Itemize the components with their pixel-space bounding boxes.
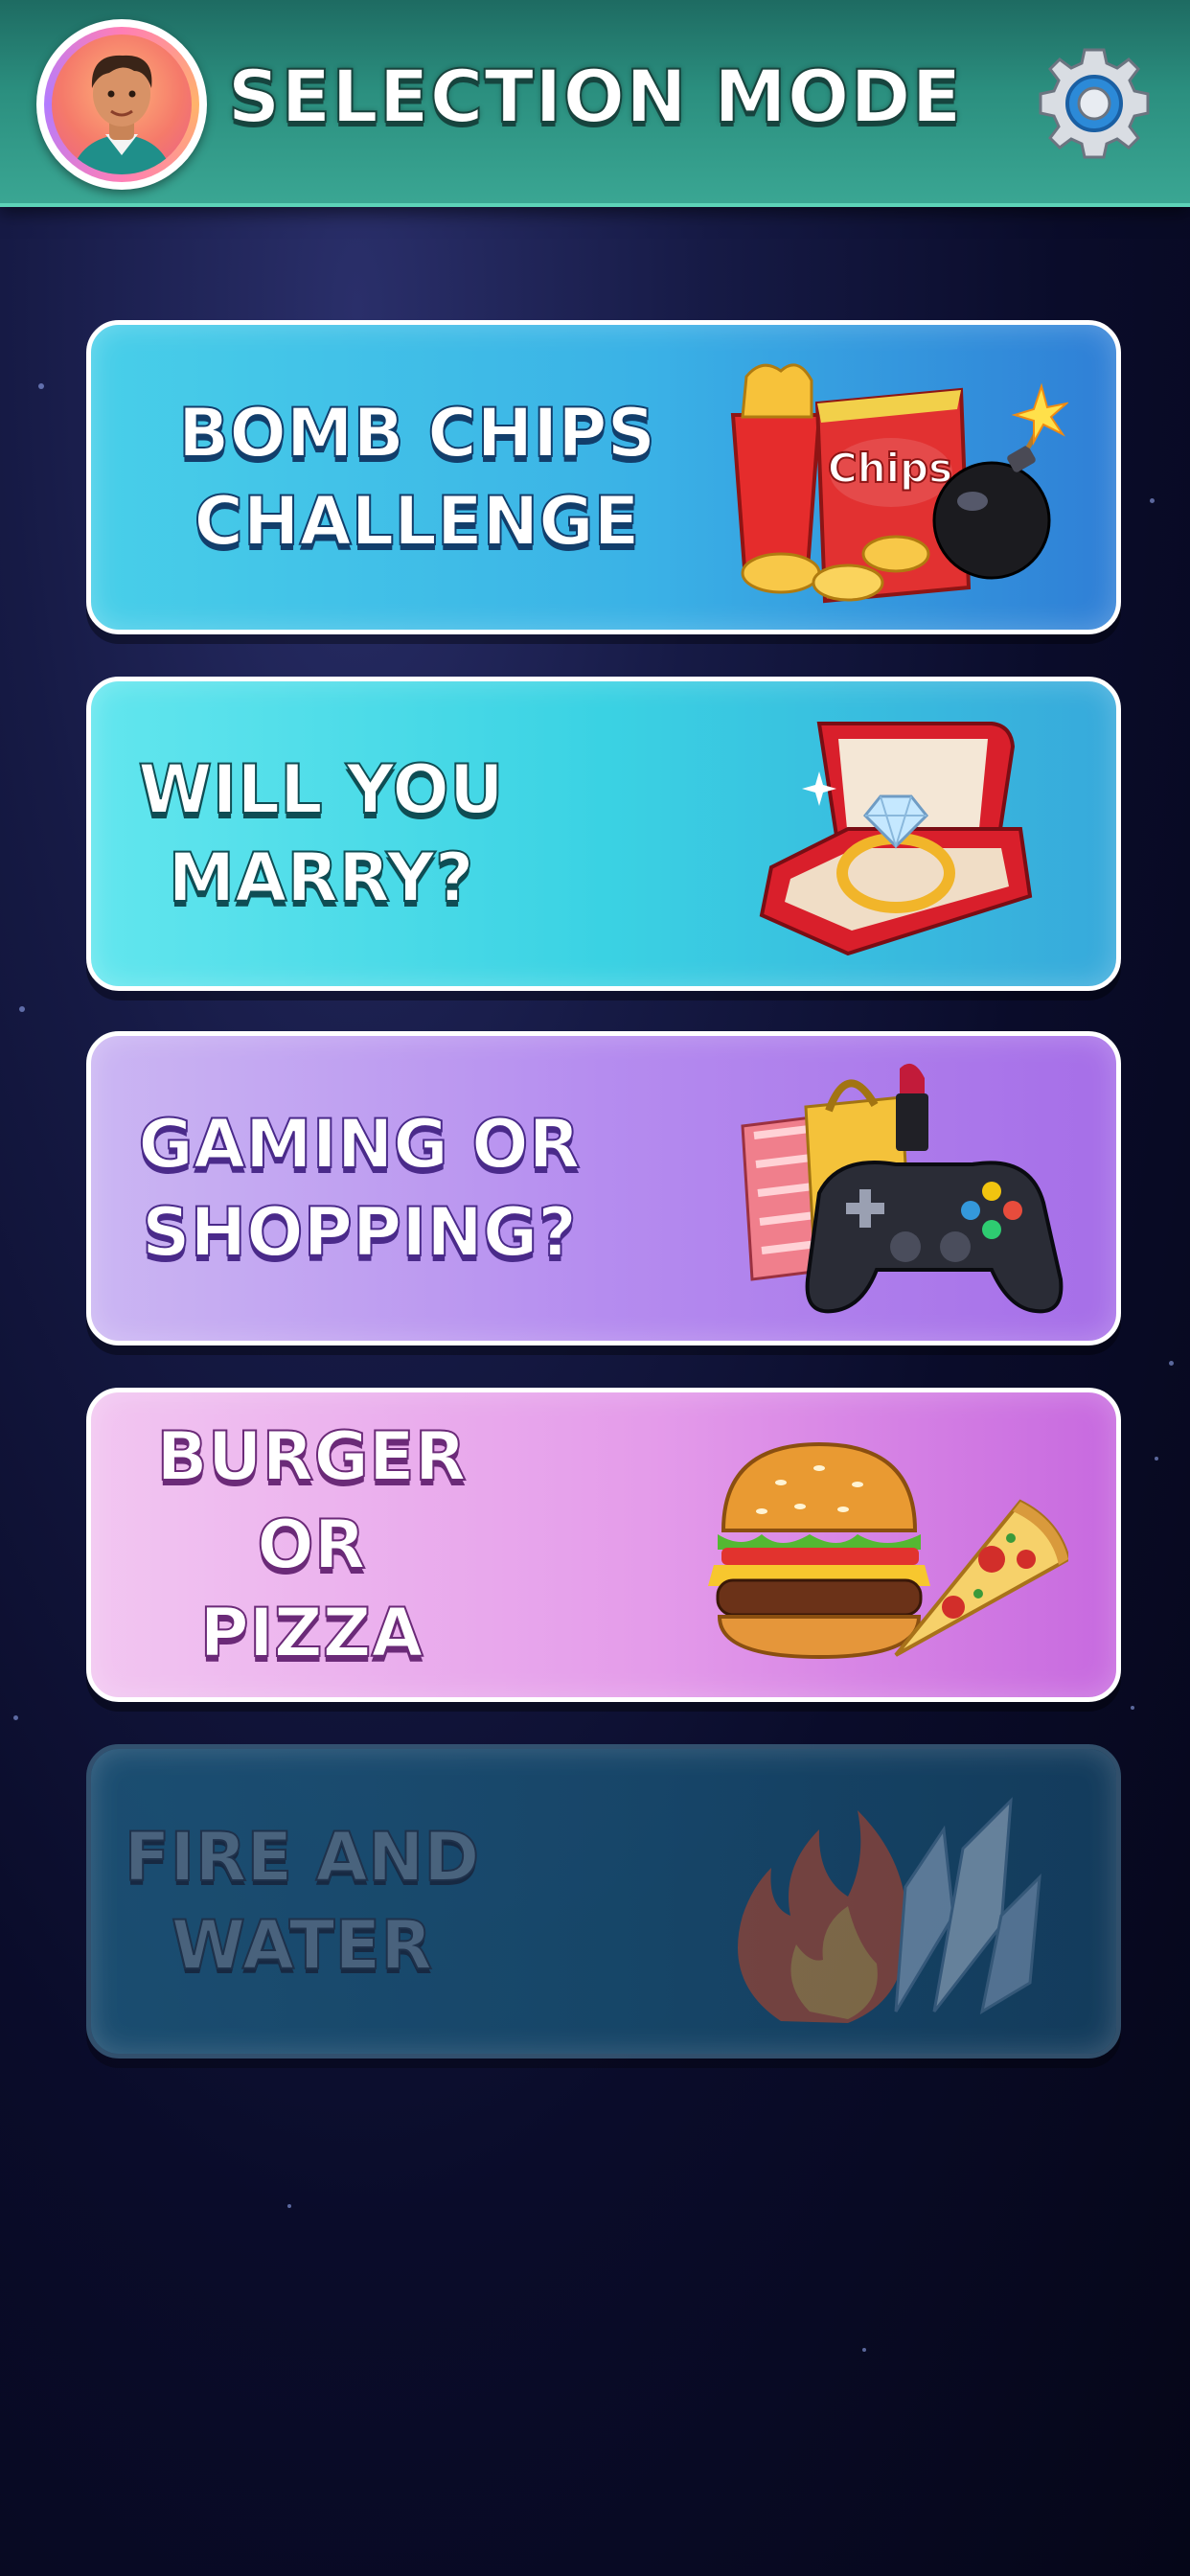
mode-label: BURGER OR PIZZA (155, 1416, 467, 1673)
ring-box-icon (759, 722, 1033, 956)
burger-pizza-icon (708, 1441, 1068, 1660)
mode-label: FIRE AND WATER (124, 1817, 481, 1986)
mode-card-will-you-marry[interactable]: WILL YOU MARRY? (86, 677, 1121, 991)
fire-ice-icon (738, 1797, 1041, 2023)
chips-bomb-icon: Chips (730, 363, 1068, 604)
gear-icon (1039, 48, 1150, 159)
gamepad-shopping-bag-icon (741, 1063, 1064, 1314)
mode-label: GAMING OR SHOPPING? (137, 1104, 581, 1273)
mode-card-burger-or-pizza[interactable]: BURGER OR PIZZA (86, 1388, 1121, 1702)
mode-card-bomb-chips-challenge[interactable]: BOMB CHIPS CHALLENGE Chips (86, 320, 1121, 634)
mode-card-fire-and-water[interactable]: FIRE AND WATER (86, 1744, 1121, 2058)
top-bar: SELECTION MODE (0, 0, 1190, 207)
settings-button[interactable] (1035, 44, 1154, 163)
mode-label: BOMB CHIPS CHALLENGE (177, 393, 656, 562)
chips-bag-text: Chips (828, 445, 952, 492)
mode-card-gaming-or-shopping[interactable]: GAMING OR SHOPPING? (86, 1031, 1121, 1346)
page-title: SELECTION MODE (227, 53, 963, 140)
mode-label: WILL YOU MARRY? (137, 749, 504, 918)
